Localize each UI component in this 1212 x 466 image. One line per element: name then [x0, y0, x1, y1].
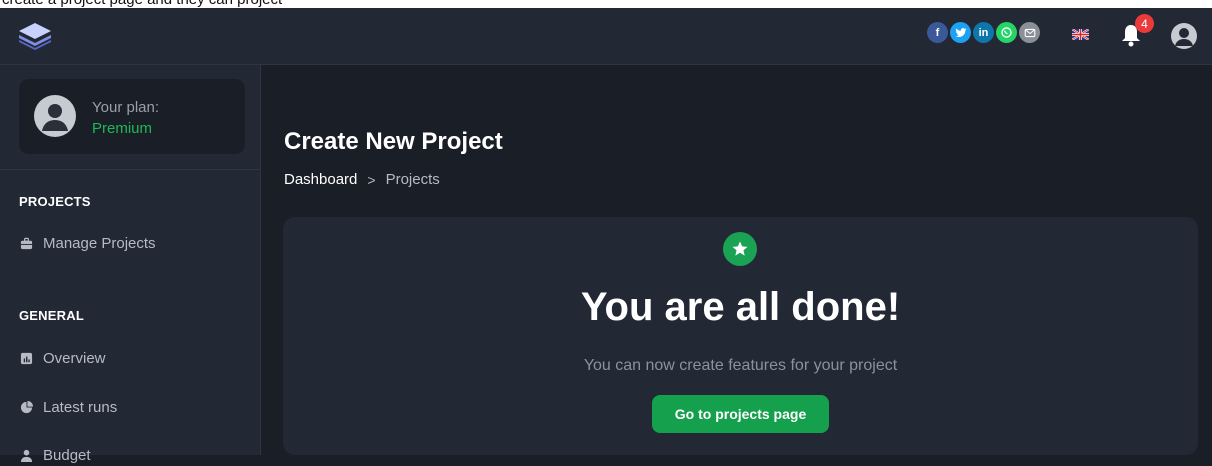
cropped-top-text: create a project page and they can proje… [0, 0, 1212, 8]
chevron-right-icon: > [367, 171, 376, 188]
sidebar-item-latest-runs[interactable]: Latest runs [20, 396, 117, 418]
plan-value: Premium [92, 120, 153, 137]
go-to-projects-button[interactable]: Go to projects page [652, 395, 829, 433]
section-title-general: GENERAL [19, 308, 84, 323]
chart-icon [20, 352, 33, 364]
completion-card: You are all done! You can now create fea… [283, 217, 1198, 455]
uk-flag-icon[interactable] [1072, 29, 1089, 40]
pie-chart-icon [20, 400, 33, 413]
facebook-icon[interactable]: f [927, 22, 948, 43]
completion-subtext: You can now create features for your pro… [583, 357, 898, 374]
completion-heading: You are all done! [580, 285, 901, 329]
layers-logo-icon[interactable] [18, 22, 52, 50]
linkedin-icon[interactable]: in [973, 22, 994, 43]
main-content: Create New Project Dashboard > Projects … [261, 65, 1212, 455]
breadcrumb-dashboard[interactable]: Dashboard [284, 171, 357, 188]
plan-card: Your plan: Premium [19, 79, 245, 154]
email-icon[interactable] [1019, 22, 1040, 43]
briefcase-icon [20, 237, 33, 249]
breadcrumb-current: Projects [385, 171, 440, 188]
sidebar-item-overview[interactable]: Overview [20, 347, 106, 369]
user-icon [20, 449, 33, 462]
twitter-icon[interactable] [950, 22, 971, 43]
notification-badge: 4 [1135, 14, 1154, 33]
sidebar-divider [0, 169, 260, 170]
sidebar-item-label: Overview [43, 349, 106, 367]
sidebar-item-manage-projects[interactable]: Manage Projects [20, 232, 156, 254]
cropped-text: create a project page and they can proje… [2, 0, 282, 8]
breadcrumb: Dashboard > Projects [284, 171, 440, 188]
star-icon [723, 232, 757, 266]
section-title-projects: PROJECTS [19, 194, 91, 209]
sidebar-item-label: Latest runs [43, 398, 118, 416]
plan-label: Your plan: [92, 99, 160, 116]
sidebar-item-label: Budget [43, 446, 91, 464]
sidebar-item-budget[interactable]: Budget [20, 444, 91, 466]
user-avatar[interactable] [1171, 23, 1197, 49]
sidebar: Your plan: Premium PROJECTS Manage Proje… [0, 65, 261, 464]
top-header: f in 4 [0, 8, 1212, 65]
whatsapp-icon[interactable] [996, 22, 1017, 43]
plan-avatar [34, 95, 76, 137]
page-title: Create New Project [284, 128, 503, 155]
sidebar-item-label: Manage Projects [43, 234, 156, 252]
